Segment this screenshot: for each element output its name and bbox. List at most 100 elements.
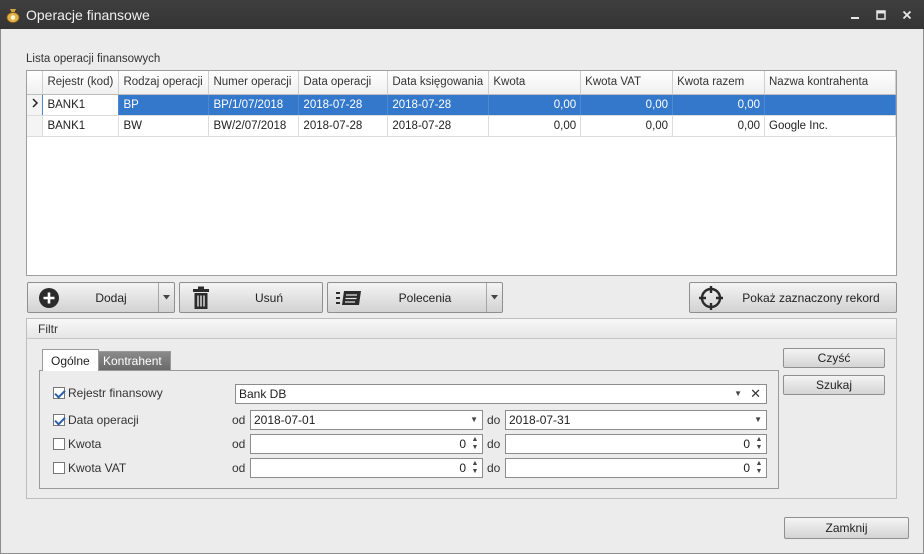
add-dropdown-arrow-icon[interactable] [158, 283, 174, 312]
table-cell[interactable]: 2018-07-28 [298, 115, 389, 137]
vat-amount-to-label: do [487, 461, 501, 475]
date-dropdown-icon[interactable]: ▼ [754, 411, 762, 429]
register-value: Bank DB [239, 387, 287, 401]
trash-icon [186, 283, 216, 313]
column-header-operation-type[interactable]: Rodzaj operacji [118, 71, 210, 95]
tab-general-label: Ogólne [51, 353, 90, 368]
show-selected-record-button[interactable]: Pokaż zaznaczony rekord [689, 282, 897, 313]
operation-date-label: Data operacji [68, 413, 139, 427]
register-dropdown-icon[interactable]: ▼ [734, 385, 742, 403]
amount-checkbox[interactable] [53, 438, 65, 450]
commands-button[interactable]: Polecenia [327, 282, 503, 313]
vat-amount-to-value: 0 [743, 461, 750, 475]
commands-button-label: Polecenia [398, 290, 452, 305]
operation-date-checkbox[interactable] [53, 414, 65, 426]
spinner-icon[interactable]: ▲ ▼ [470, 436, 480, 452]
tab-contractor[interactable]: Kontrahent [94, 351, 171, 370]
row-indicator [27, 115, 44, 137]
delete-button-label: Usuń [254, 290, 283, 305]
spinner-icon[interactable]: ▲ ▼ [754, 460, 764, 476]
show-selected-record-label: Pokaż zaznaczony rekord [742, 290, 880, 305]
date-dropdown-icon[interactable]: ▼ [470, 411, 478, 429]
amount-to-input[interactable]: 0 ▲ ▼ [505, 434, 767, 454]
add-button-label: Dodaj [95, 290, 127, 305]
table-cell[interactable]: BP [118, 94, 210, 116]
amount-from-value: 0 [459, 437, 466, 451]
tab-general[interactable]: Ogólne [42, 349, 99, 371]
table-cell[interactable]: 0,00 [488, 94, 582, 116]
column-header-operation-date[interactable]: Data operacji [298, 71, 389, 95]
crosshair-icon [696, 283, 726, 313]
clear-register-icon[interactable]: ✕ [750, 385, 761, 403]
table-cell[interactable]: BW [118, 115, 210, 137]
amount-label: Kwota [68, 437, 102, 451]
close-button[interactable]: Zamknij [784, 517, 909, 539]
spinner-icon[interactable]: ▲ ▼ [754, 436, 764, 452]
money-bag-icon [5, 7, 21, 23]
register-select[interactable]: Bank DB ▼ ✕ [235, 384, 767, 404]
add-button[interactable]: Dodaj [27, 282, 175, 313]
vat-amount-from-input[interactable]: 0 ▲ ▼ [250, 458, 483, 478]
table-cell[interactable]: 2018-07-28 [387, 115, 490, 137]
amount-from-input[interactable]: 0 ▲ ▼ [250, 434, 483, 454]
delete-button[interactable]: Usuń [179, 282, 323, 313]
row-indicator-icon [27, 94, 44, 116]
operation-date-to-value: 2018-07-31 [509, 413, 571, 427]
operations-grid[interactable]: Rejestr (kod) Rodzaj operacji Numer oper… [26, 70, 897, 276]
column-header-amount[interactable]: Kwota [488, 71, 582, 95]
table-cell[interactable] [764, 94, 896, 116]
amount-to-label: do [487, 437, 501, 451]
register-checkbox[interactable] [53, 387, 65, 399]
table-cell[interactable]: 2018-07-28 [387, 94, 490, 116]
filter-title: Filtr [27, 319, 896, 339]
table-row[interactable]: BANK1 BP BP/1/07/2018 2018-07-28 2018-07… [27, 94, 896, 116]
spinner-icon[interactable]: ▲ ▼ [470, 460, 480, 476]
column-header-booking-date[interactable]: Data księgowania [387, 71, 490, 95]
general-tab-panel: Rejestr finansowy Bank DB ▼ ✕ Data opera… [39, 370, 779, 489]
table-cell[interactable]: BW/2/07/2018 [208, 115, 300, 137]
operation-date-from-picker[interactable]: 2018-07-01 ▼ [250, 410, 483, 430]
register-label: Rejestr finansowy [68, 386, 163, 400]
table-cell[interactable]: 0,00 [580, 94, 674, 116]
operation-date-from-label: od [232, 413, 246, 427]
maximize-button[interactable] [870, 6, 892, 24]
table-row[interactable]: BANK1 BW BW/2/07/2018 2018-07-28 2018-07… [27, 115, 896, 137]
operation-date-from-value: 2018-07-01 [254, 413, 316, 427]
list-label: Lista operacji finansowych [26, 53, 161, 65]
table-cell[interactable]: BANK1 [42, 115, 120, 137]
commands-dropdown-arrow-icon[interactable] [486, 283, 502, 312]
search-button[interactable]: Szukaj [783, 375, 885, 395]
operation-date-to-label: do [487, 413, 501, 427]
table-cell[interactable]: 0,00 [672, 94, 765, 116]
vat-amount-to-input[interactable]: 0 ▲ ▼ [505, 458, 767, 478]
tab-contractor-label: Kontrahent [103, 354, 162, 368]
table-cell[interactable]: BP/1/07/2018 [208, 94, 300, 116]
table-cell[interactable]: Google Inc. [764, 115, 896, 137]
column-header-register[interactable]: Rejestr (kod) [42, 71, 120, 95]
vat-amount-label: Kwota VAT [68, 461, 127, 475]
column-header-indicator [27, 71, 44, 95]
table-cell[interactable]: 0,00 [580, 115, 674, 137]
operation-date-to-picker[interactable]: 2018-07-31 ▼ [505, 410, 767, 430]
window-title: Operacje finansowe [26, 6, 150, 23]
column-header-contractor-name[interactable]: Nazwa kontrahenta [764, 71, 896, 95]
clear-button[interactable]: Czyść [783, 348, 885, 368]
vat-amount-from-value: 0 [459, 461, 466, 475]
table-cell[interactable]: 0,00 [488, 115, 582, 137]
table-cell[interactable]: BANK1 [42, 94, 120, 116]
column-header-operation-number[interactable]: Numer operacji [208, 71, 300, 95]
column-header-total-amount[interactable]: Kwota razem [672, 71, 765, 95]
amount-to-value: 0 [743, 437, 750, 451]
vat-amount-from-label: od [232, 461, 246, 475]
plus-circle-icon [34, 283, 64, 313]
title-bar: Operacje finansowe [0, 0, 924, 29]
filter-panel: Filtr Ogólne Kontrahent Rejestr finansow… [26, 318, 897, 499]
amount-from-label: od [232, 437, 246, 451]
commands-list-icon [334, 283, 364, 313]
table-cell[interactable]: 2018-07-28 [298, 94, 389, 116]
close-window-button[interactable] [896, 6, 918, 24]
table-cell[interactable]: 0,00 [672, 115, 765, 137]
minimize-button[interactable] [844, 6, 866, 24]
column-header-vat-amount[interactable]: Kwota VAT [580, 71, 674, 95]
vat-amount-checkbox[interactable] [53, 462, 65, 474]
